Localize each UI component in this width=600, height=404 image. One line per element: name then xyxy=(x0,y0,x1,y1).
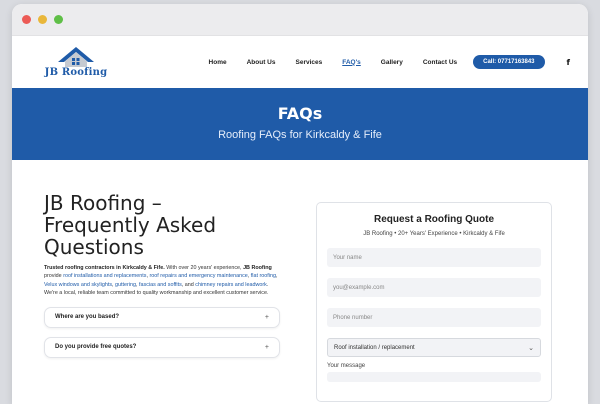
page-hero: FAQs Roofing FAQs for Kirkcaldy & Fife xyxy=(12,88,588,160)
intro-paragraph: Trusted roofing contractors in Kirkcaldy… xyxy=(44,264,280,298)
service-selected-value: Roof installation / replacement xyxy=(334,344,415,351)
quote-form-subtitle: JB Roofing • 20+ Years' Experience • Kir… xyxy=(363,231,505,237)
email-input[interactable]: you@example.com xyxy=(327,278,541,297)
main-content: JB Roofing – Frequently Asked Questions … xyxy=(12,160,588,402)
email-placeholder: you@example.com xyxy=(333,284,385,291)
nav-contact-us[interactable]: Contact Us xyxy=(423,59,457,66)
faq-question: Where are you based? xyxy=(55,314,120,321)
close-window-dot-icon[interactable] xyxy=(22,15,31,24)
expand-plus-icon[interactable]: + xyxy=(265,344,269,351)
service-select[interactable]: Roof installation / replacement ⌄ xyxy=(327,338,541,357)
hero-subtitle: Roofing FAQs for Kirkcaldy & Fife xyxy=(218,129,382,141)
nav-faqs[interactable]: FAQ's xyxy=(342,59,361,66)
logo-text: JB Roofing xyxy=(44,67,108,78)
intro-text-5: , xyxy=(275,273,278,280)
nav-gallery[interactable]: Gallery xyxy=(381,59,403,66)
facebook-icon[interactable]: f xyxy=(567,58,570,67)
minimize-window-dot-icon[interactable] xyxy=(38,15,47,24)
intro-bold-2: JB Roofing xyxy=(243,265,272,271)
intro-bold-1: Trusted roofing contractors in Kirkcaldy… xyxy=(44,265,165,271)
intro-text-2: provide xyxy=(44,273,64,280)
faq-item-free-quotes[interactable]: Do you provide free quotes? + xyxy=(44,336,280,358)
link-roof-installations[interactable]: roof installations and replacements xyxy=(63,273,146,279)
faq-question: Do you provide free quotes? xyxy=(55,344,137,351)
main-menu: Home About Us Services FAQ's Gallery Con… xyxy=(189,55,570,69)
link-guttering[interactable]: guttering xyxy=(115,282,136,288)
maximize-window-dot-icon[interactable] xyxy=(54,15,63,24)
faq-item-where-based[interactable]: Where are you based? + xyxy=(44,306,280,328)
quote-form: Request a Roofing Quote JB Roofing • 20+… xyxy=(316,202,552,402)
link-flat-roofing[interactable]: flat roofing xyxy=(251,273,276,279)
hero-title: FAQs xyxy=(277,104,323,123)
intro-text-8: , and xyxy=(181,281,196,288)
heading-line-1: JB Roofing – xyxy=(44,191,162,215)
site-header: JB Roofing Home About Us Services FAQ's … xyxy=(12,36,588,88)
link-velux-windows[interactable]: Velux windows and skylights xyxy=(44,282,112,288)
page-heading: JB Roofing – Frequently Asked Questions xyxy=(44,192,280,258)
intro-text-1: With over 20 years' experience, xyxy=(164,265,244,271)
heading-line-2: Frequently Asked xyxy=(44,213,217,237)
link-fascias-soffits[interactable]: fascias and soffits xyxy=(139,282,182,288)
phone-placeholder: Phone number xyxy=(333,314,373,321)
link-roof-repairs[interactable]: roof repairs and emergency maintenance xyxy=(150,273,248,279)
call-button[interactable]: Call: 07717163843 xyxy=(473,55,545,69)
name-placeholder: Your name xyxy=(333,254,362,261)
nav-home[interactable]: Home xyxy=(209,59,227,66)
nav-services[interactable]: Services xyxy=(296,59,323,66)
quote-form-title: Request a Roofing Quote xyxy=(374,214,494,225)
name-input[interactable]: Your name xyxy=(327,248,541,267)
message-textarea[interactable] xyxy=(327,372,541,382)
browser-window: JB Roofing Home About Us Services FAQ's … xyxy=(12,4,588,404)
house-roof-icon xyxy=(58,47,94,67)
phone-input[interactable]: Phone number xyxy=(327,308,541,327)
nav-about-us[interactable]: About Us xyxy=(247,59,276,66)
expand-plus-icon[interactable]: + xyxy=(265,314,269,321)
chevron-down-icon: ⌄ xyxy=(528,344,534,352)
link-chimney-repairs[interactable]: chimney repairs and leadwork xyxy=(195,282,267,288)
heading-line-3: Questions xyxy=(44,235,144,259)
browser-toolbar xyxy=(12,4,588,36)
faq-section: JB Roofing – Frequently Asked Questions … xyxy=(44,192,280,358)
site-logo[interactable]: JB Roofing xyxy=(42,46,110,78)
message-label: Your message xyxy=(327,363,366,369)
